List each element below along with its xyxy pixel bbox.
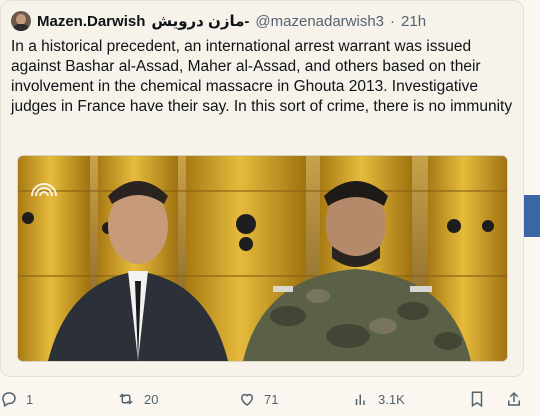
tweet-text: In a historical precedent, an internatio… [11, 38, 513, 115]
retweet-count: 20 [144, 391, 159, 407]
bookmark-button[interactable] [468, 390, 486, 408]
timestamp[interactable]: 21h [401, 13, 426, 30]
tweet-image-illustration [18, 156, 507, 361]
bookmark-icon [468, 390, 486, 408]
tweet-actions: 1 20 71 3.1K [0, 390, 540, 412]
share-icon [505, 390, 523, 408]
like-count: 71 [264, 391, 279, 407]
share-button[interactable] [505, 390, 523, 408]
separator-dot: · [390, 12, 396, 30]
display-name[interactable]: Mazen.Darwish [37, 13, 145, 30]
tweet-image[interactable] [17, 155, 508, 362]
like-button[interactable]: 71 [238, 390, 278, 408]
retweet-button[interactable]: 20 [116, 390, 158, 408]
views-count: 3.1K [378, 391, 405, 407]
tweet-header: Mazen.Darwish مازن درويش- @mazenadarwish… [11, 10, 426, 32]
reply-button[interactable]: 1 [0, 390, 33, 408]
right-side-strip [522, 195, 540, 237]
views-button[interactable]: 3.1K [352, 390, 405, 408]
reply-count: 1 [26, 391, 34, 407]
like-icon [238, 390, 256, 408]
views-icon [352, 390, 370, 408]
reply-icon [0, 390, 18, 408]
user-handle[interactable]: @mazenadarwish3 [255, 13, 384, 30]
retweet-icon [116, 390, 136, 408]
display-name-arabic[interactable]: مازن درويش- [151, 12, 249, 30]
avatar[interactable] [11, 11, 31, 31]
